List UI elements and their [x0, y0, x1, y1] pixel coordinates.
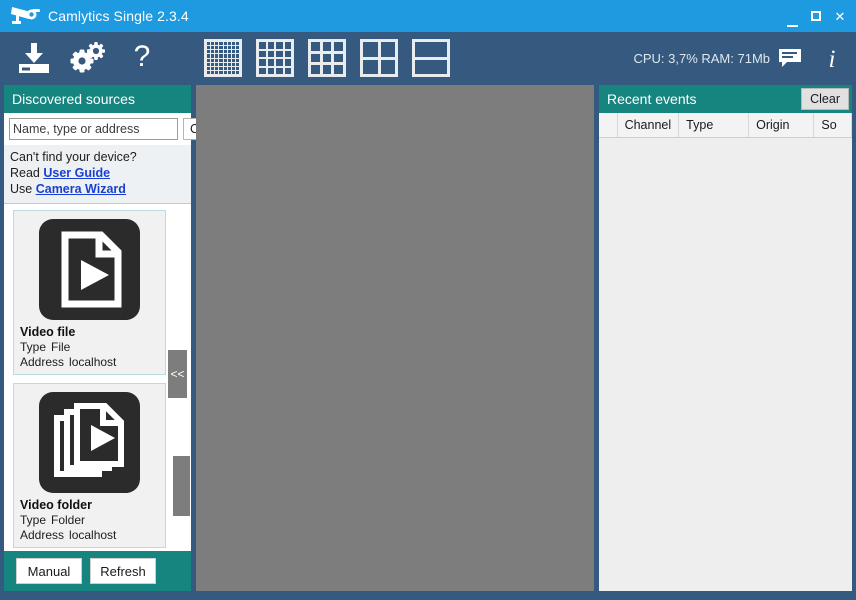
source-type-value: Folder [51, 513, 86, 527]
maximize-button[interactable] [804, 1, 828, 31]
source-address-value: localhost [69, 528, 117, 542]
toolbar-right-group: i [776, 32, 846, 84]
close-button[interactable]: ✕ [828, 1, 852, 31]
video-viewport[interactable] [196, 85, 594, 591]
source-address-label: Address [20, 355, 65, 369]
svg-text:?: ? [134, 41, 151, 73]
layout-2x1-icon[interactable] [412, 39, 450, 77]
svg-text:i: i [829, 46, 836, 71]
events-table-header: Channel Type Origin So [599, 113, 852, 138]
help-question: Can't find your device? [10, 150, 137, 164]
help-read-prefix: Read [10, 166, 40, 180]
help-use-prefix: Use [10, 182, 33, 196]
toolbar-action-group: ? [14, 38, 162, 78]
source-address-row: Address localhost [20, 528, 159, 543]
source-address-label: Address [20, 528, 65, 542]
layout-3x3-icon[interactable] [308, 39, 346, 77]
device-help-block: Can't find your device? Read User Guide … [4, 145, 191, 203]
help-use-line: Use Camera Wizard [10, 181, 185, 197]
speech-bubble-icon[interactable] [776, 43, 804, 73]
info-icon[interactable]: i [818, 43, 846, 73]
layout-8x8-icon[interactable] [204, 39, 242, 77]
settings-gears-icon[interactable] [68, 38, 108, 78]
source-address-value: localhost [69, 355, 117, 369]
list-item[interactable]: Video file Type File Address localhost [13, 210, 166, 375]
minimize-button[interactable] [780, 0, 804, 36]
recent-events-header: Recent events Clear [599, 85, 852, 113]
column-header-source[interactable]: So [814, 113, 852, 137]
toolbar-layout-group [204, 39, 450, 77]
manual-button[interactable]: Manual [16, 558, 82, 584]
column-header-type[interactable]: Type [679, 113, 750, 137]
sources-list: Video file Type File Address localhost V… [4, 204, 172, 551]
column-header-channel[interactable]: Channel [617, 113, 680, 137]
source-address-row: Address localhost [20, 355, 159, 370]
user-guide-link[interactable]: User Guide [43, 166, 110, 180]
collapse-sidebar-handle[interactable]: << [168, 350, 187, 398]
source-type-label: Type [20, 513, 47, 527]
column-header-origin[interactable]: Origin [749, 113, 815, 137]
events-clear-button[interactable]: Clear [801, 88, 849, 110]
source-type-row: Type Folder [20, 513, 159, 528]
discovered-sources-header: Discovered sources [4, 85, 191, 113]
list-item[interactable]: Video folder Type Folder Address localhost [13, 383, 166, 548]
recent-events-panel: Recent events Clear Channel Type Origin … [599, 85, 852, 591]
source-type-row: Type File [20, 340, 159, 355]
source-search-input[interactable] [9, 118, 178, 140]
application-window: Camlytics Single 2.3.4 ✕ ? CPU: 3,7% RAM… [0, 0, 856, 600]
column-header-blank[interactable] [599, 113, 618, 137]
recent-events-title: Recent events [607, 91, 697, 107]
source-type-value: File [51, 340, 71, 354]
main-toolbar: ? CPU: 3,7% RAM: 71Mb i [0, 32, 856, 84]
help-question-icon[interactable]: ? [122, 38, 162, 78]
camera-wizard-link[interactable]: Camera Wizard [36, 182, 126, 196]
source-type-label: Type [20, 340, 47, 354]
help-read-line: Read User Guide [10, 165, 185, 181]
window-title: Camlytics Single 2.3.4 [48, 8, 189, 24]
video-file-icon [20, 217, 159, 325]
sources-scroll-area: Video file Type File Address localhost V… [4, 203, 191, 551]
video-folder-icon [20, 390, 159, 498]
refresh-button[interactable]: Refresh [90, 558, 156, 584]
discovered-sources-title: Discovered sources [12, 91, 135, 107]
source-title: Video file [20, 325, 76, 339]
discovered-sources-panel: Discovered sources Clear Can't find your… [4, 85, 225, 591]
security-camera-icon [8, 4, 42, 28]
window-controls: ✕ [780, 0, 852, 32]
title-bar: Camlytics Single 2.3.4 ✕ [0, 0, 856, 32]
resource-status: CPU: 3,7% RAM: 71Mb [633, 50, 770, 66]
sources-footer: Manual Refresh [4, 551, 191, 591]
scrollbar-thumb[interactable] [173, 456, 190, 516]
source-search-row: Clear [4, 113, 225, 145]
events-table-body [599, 138, 852, 591]
layout-2x2-icon[interactable] [360, 39, 398, 77]
layout-4x4-icon[interactable] [256, 39, 294, 77]
source-title: Video folder [20, 498, 93, 512]
download-icon[interactable] [14, 38, 54, 78]
